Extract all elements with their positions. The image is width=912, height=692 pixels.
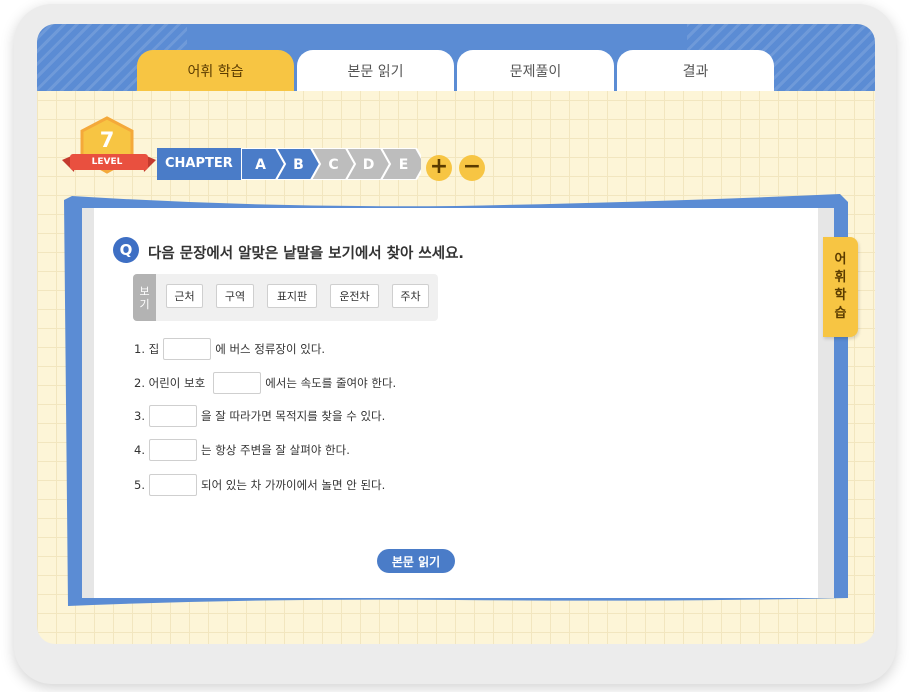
zoom-out-button[interactable]: − xyxy=(459,155,485,181)
tab-vocabulary[interactable]: 어휘 학습 xyxy=(137,50,294,91)
word-box: 보 기 근처 구역 표지판 운전차 주차 xyxy=(133,274,438,321)
side-tab-vocabulary[interactable]: 어 휘 학 습 xyxy=(823,237,858,337)
tab-problems[interactable]: 문제풀이 xyxy=(457,50,614,91)
word-chip[interactable]: 근처 xyxy=(166,284,203,308)
tab-reading[interactable]: 본문 읽기 xyxy=(297,50,454,91)
tab-results[interactable]: 결과 xyxy=(617,50,774,91)
worksheet-paper xyxy=(94,208,818,598)
side-tab-char: 휘 xyxy=(834,270,847,285)
question-item-1: 1. 집에 버스 정류장이 있다. xyxy=(134,338,325,360)
question-item-4: 4. 는 항상 주변을 잘 살펴야 한다. xyxy=(134,439,350,461)
level-label: LEVEL xyxy=(91,157,123,167)
zoom-in-button[interactable]: + xyxy=(426,155,452,181)
answer-input-1[interactable] xyxy=(163,338,212,360)
answer-input-3[interactable] xyxy=(148,405,197,427)
level-number: 7 xyxy=(99,128,115,152)
question-item-3: 3. 을 잘 따라가면 목적지를 찾을 수 있다. xyxy=(134,405,385,427)
question-item-5: 5. 되어 있는 차 가까이에서 놀면 안 된다. xyxy=(134,474,385,496)
question-item-2: 2. 어린이 보호 에서는 속도를 줄여야 한다. xyxy=(134,372,396,394)
chapter-step-label: A xyxy=(255,157,266,173)
chapter-step-label: B xyxy=(293,157,304,173)
word-chip[interactable]: 운전차 xyxy=(330,284,379,308)
answer-input-5[interactable] xyxy=(148,474,197,496)
word-chip[interactable]: 구역 xyxy=(216,284,254,308)
word-chip[interactable]: 표지판 xyxy=(267,284,317,308)
word-box-label: 보 기 xyxy=(133,274,156,321)
word-chip[interactable]: 주차 xyxy=(392,284,429,308)
reading-button[interactable]: 본문 읽기 xyxy=(377,549,455,573)
question-badge: Q xyxy=(113,237,139,263)
chapter-step-label: C xyxy=(328,157,338,173)
answer-input-2[interactable] xyxy=(213,372,262,394)
chapter-label: CHAPTER xyxy=(157,148,241,180)
side-tab-char: 학 xyxy=(834,288,847,303)
side-tab-char: 어 xyxy=(834,252,847,267)
answer-input-4[interactable] xyxy=(148,439,197,461)
side-tab-char: 습 xyxy=(834,306,847,321)
chapter-steps: A B C D E xyxy=(240,148,421,180)
question-text: 다음 문장에서 알맞은 낱말을 보기에서 찾아 쓰세요. xyxy=(148,246,464,262)
chapter-step-label: D xyxy=(362,157,374,173)
chapter-stepper: CHAPTER A B C D E xyxy=(157,148,421,180)
chapter-step-label: E xyxy=(398,157,408,173)
